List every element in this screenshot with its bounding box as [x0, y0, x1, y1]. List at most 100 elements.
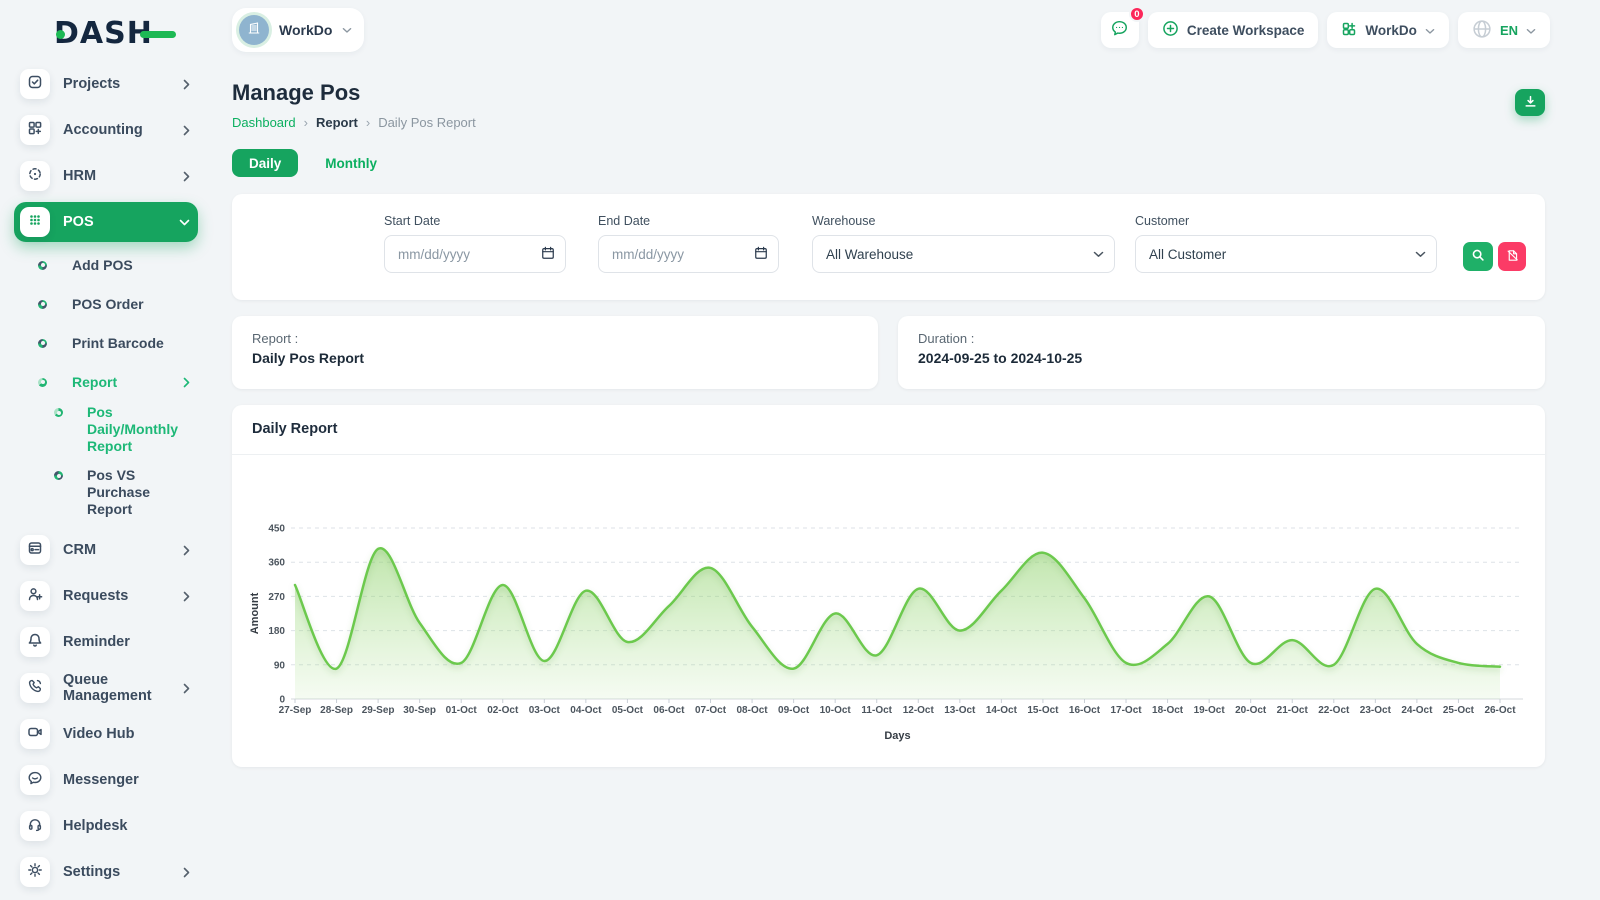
svg-text:450: 450 — [268, 524, 285, 535]
chevron-down-icon — [342, 21, 352, 39]
chevron-right-icon — [183, 125, 190, 136]
end-date-field: End Date — [598, 214, 779, 273]
building-icon — [246, 20, 262, 41]
main-content: Manage Pos Dashboard › Report › Daily Po… — [232, 66, 1545, 767]
sidebar-item-label: Accounting — [63, 122, 183, 138]
chevron-down-icon — [1526, 23, 1536, 38]
svg-text:30-Sep: 30-Sep — [403, 705, 436, 716]
sidebar-item-crm[interactable]: CRM — [14, 530, 198, 570]
report-mode-tabs: Daily Monthly — [232, 149, 1545, 177]
user-add-icon — [27, 586, 43, 607]
customer-field: Customer All Customer — [1135, 214, 1437, 273]
filter-card: Start Date End Date Warehouse All Ware — [232, 194, 1545, 300]
sidebar-item-pos-order[interactable]: POS Order — [14, 287, 198, 321]
messages-button[interactable]: 0 — [1101, 12, 1139, 48]
sidebar-item-label: CRM — [63, 542, 183, 558]
breadcrumb-dashboard[interactable]: Dashboard — [232, 115, 296, 130]
bell-icon — [27, 632, 43, 653]
messages-badge: 0 — [1129, 6, 1145, 22]
svg-text:15-Oct: 15-Oct — [1027, 705, 1059, 716]
svg-text:25-Oct: 25-Oct — [1443, 705, 1475, 716]
daily-report-area-chart: 09018027036045027-Sep28-Sep29-Sep30-Sep0… — [232, 455, 1545, 755]
sidebar-item-projects[interactable]: Projects — [14, 64, 198, 104]
sidebar-item-pos[interactable]: POS — [14, 202, 198, 242]
tasks-icon — [27, 74, 43, 95]
top-bar-actions: 0 Create Workspace WorkDo EN — [1101, 12, 1550, 48]
bullet-icon — [54, 471, 63, 480]
sidebar-item-label: HRM — [63, 168, 183, 184]
sidebar-item-print-barcode[interactable]: Print Barcode — [14, 326, 198, 360]
svg-text:18-Oct: 18-Oct — [1152, 705, 1184, 716]
app-logo[interactable]: DASH — [54, 16, 164, 52]
warehouse-select[interactable]: All Warehouse — [812, 235, 1115, 273]
sidebar-item-queue-management[interactable]: Queue Management — [14, 668, 198, 708]
bullet-icon — [38, 261, 47, 270]
file-off-icon — [1506, 249, 1519, 265]
duration-value: 2024-09-25 to 2024-10-25 — [918, 350, 1525, 366]
svg-text:16-Oct: 16-Oct — [1069, 705, 1101, 716]
logo-text: DASH — [54, 16, 153, 51]
plus-circle-icon — [1162, 20, 1179, 40]
end-date-input[interactable] — [598, 235, 779, 273]
workspace-selector[interactable]: WorkDo — [232, 8, 364, 52]
bullet-icon — [38, 300, 47, 309]
customer-select[interactable]: All Customer — [1135, 235, 1437, 273]
chevron-right-icon — [183, 79, 190, 90]
tab-monthly[interactable]: Monthly — [308, 149, 394, 177]
gear-icon — [27, 862, 43, 883]
start-date-label: Start Date — [384, 214, 566, 228]
sidebar-item-pos-daily-monthly-report[interactable]: Pos Daily/Monthly Report — [14, 404, 198, 455]
svg-text:08-Oct: 08-Oct — [737, 705, 769, 716]
breadcrumb-report[interactable]: Report — [316, 115, 358, 130]
chevron-down-icon — [1425, 23, 1435, 38]
chevron-right-icon — [183, 867, 190, 878]
tab-daily[interactable]: Daily — [232, 149, 298, 177]
sidebar-item-reminder[interactable]: Reminder — [14, 622, 198, 662]
breadcrumb-current: Daily Pos Report — [378, 115, 476, 130]
bullet-icon — [38, 378, 47, 387]
breadcrumb: Dashboard › Report › Daily Pos Report — [232, 115, 1545, 130]
sidebar-item-label: Video Hub — [63, 726, 198, 742]
sidebar-item-hrm[interactable]: HRM — [14, 156, 198, 196]
reset-filter-button[interactable] — [1498, 242, 1526, 271]
app-switcher-button[interactable]: WorkDo — [1327, 12, 1449, 48]
sidebar-item-settings[interactable]: Settings — [14, 852, 198, 892]
workspace-avatar — [239, 15, 269, 45]
sidebar-item-pos-vs-purchase-report[interactable]: Pos VS Purchase Report — [14, 467, 198, 518]
svg-text:21-Oct: 21-Oct — [1277, 705, 1309, 716]
summary-row: Report : Daily Pos Report Duration : 202… — [232, 316, 1545, 389]
chevron-right-icon — [183, 377, 190, 388]
bullet-icon — [38, 339, 47, 348]
sidebar-menu: Projects Accounting HRM POS — [0, 64, 212, 892]
sidebar-item-add-pos[interactable]: Add POS — [14, 248, 198, 282]
svg-text:03-Oct: 03-Oct — [529, 705, 561, 716]
sidebar-item-video-hub[interactable]: Video Hub — [14, 714, 198, 754]
svg-text:28-Sep: 28-Sep — [320, 705, 353, 716]
start-date-input[interactable] — [384, 235, 566, 273]
svg-text:07-Oct: 07-Oct — [695, 705, 727, 716]
search-button[interactable] — [1463, 242, 1493, 271]
create-workspace-button[interactable]: Create Workspace — [1148, 12, 1319, 48]
report-summary-card: Report : Daily Pos Report — [232, 316, 878, 389]
sidebar-item-accounting[interactable]: Accounting — [14, 110, 198, 150]
sidebar-item-requests[interactable]: Requests — [14, 576, 198, 616]
svg-text:19-Oct: 19-Oct — [1194, 705, 1226, 716]
chevron-right-icon — [183, 545, 190, 556]
sidebar-item-label: POS — [63, 214, 179, 230]
sidebar-item-messenger[interactable]: Messenger — [14, 760, 198, 800]
logo-dot — [56, 30, 65, 39]
grid-plus-icon — [1341, 21, 1357, 40]
chat-icon — [27, 770, 43, 791]
svg-text:29-Sep: 29-Sep — [362, 705, 395, 716]
svg-text:180: 180 — [268, 626, 285, 637]
svg-text:04-Oct: 04-Oct — [570, 705, 602, 716]
sidebar-item-helpdesk[interactable]: Helpdesk — [14, 806, 198, 846]
svg-text:12-Oct: 12-Oct — [903, 705, 935, 716]
download-button[interactable] — [1515, 89, 1545, 116]
svg-text:24-Oct: 24-Oct — [1401, 705, 1433, 716]
sidebar-item-report[interactable]: Report — [14, 365, 198, 399]
svg-text:23-Oct: 23-Oct — [1360, 705, 1392, 716]
customer-label: Customer — [1135, 214, 1437, 228]
duration-summary-card: Duration : 2024-09-25 to 2024-10-25 — [898, 316, 1545, 389]
language-selector[interactable]: EN — [1458, 12, 1550, 48]
